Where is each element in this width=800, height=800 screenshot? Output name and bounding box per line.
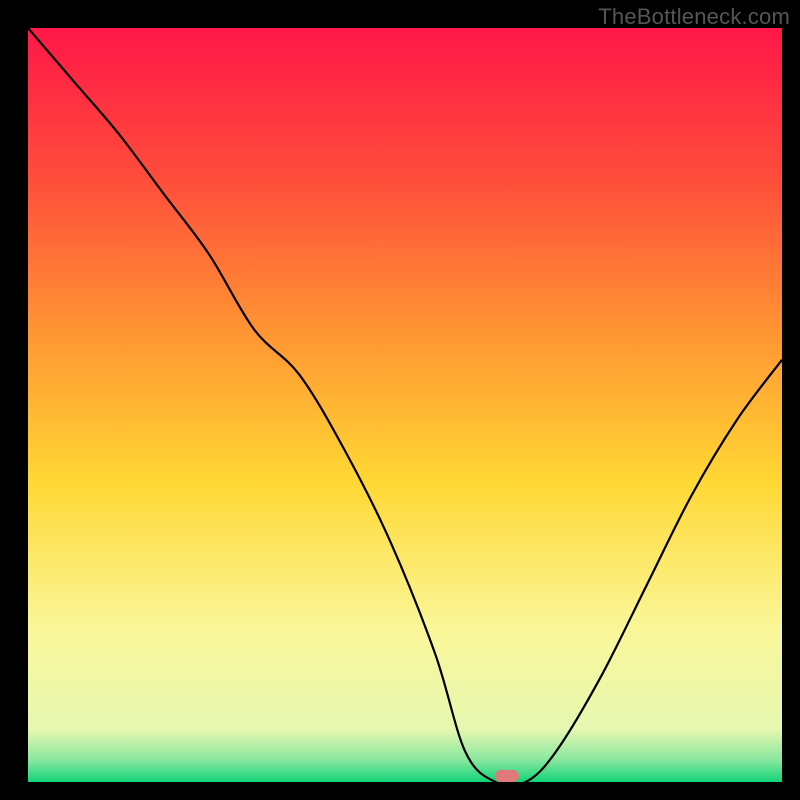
attribution-label: TheBottleneck.com <box>598 4 790 30</box>
optimal-marker <box>495 770 519 782</box>
plot-area <box>28 28 782 782</box>
bottleneck-curve <box>28 28 782 782</box>
chart-frame: TheBottleneck.com <box>0 0 800 800</box>
curve-layer <box>28 28 782 782</box>
